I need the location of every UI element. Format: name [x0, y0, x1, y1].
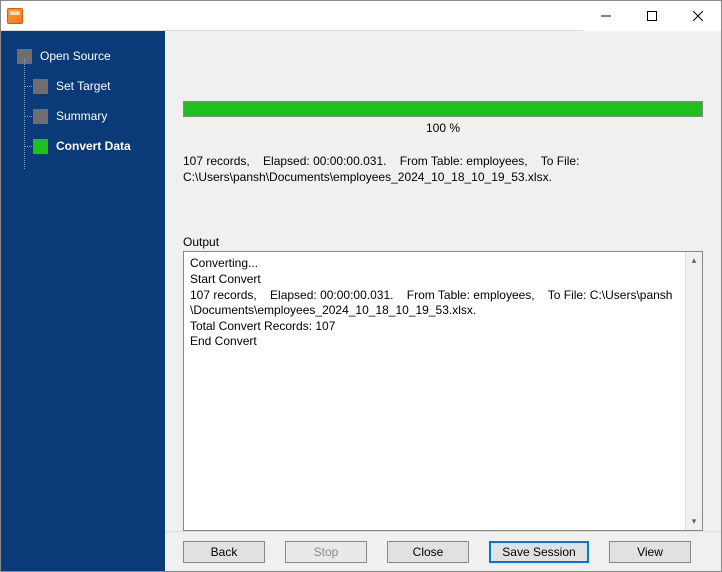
- main-panel: 100 % 107 records, Elapsed: 00:00:00.031…: [165, 31, 721, 571]
- app-window: Open Source Set Target Summary Convert D…: [0, 0, 722, 572]
- back-button[interactable]: Back: [183, 541, 265, 563]
- window-controls: [583, 1, 721, 31]
- view-button[interactable]: View: [609, 541, 691, 563]
- close-button[interactable]: Close: [387, 541, 469, 563]
- main-content: 100 % 107 records, Elapsed: 00:00:00.031…: [165, 31, 721, 531]
- step-box-icon: [33, 139, 48, 154]
- titlebar-left: [1, 8, 23, 24]
- app-icon: [7, 8, 23, 24]
- body: Open Source Set Target Summary Convert D…: [1, 31, 721, 571]
- save-session-button[interactable]: Save Session: [489, 541, 589, 563]
- minimize-button[interactable]: [583, 1, 629, 31]
- maximize-button[interactable]: [629, 1, 675, 31]
- progress-area: 100 %: [183, 101, 703, 135]
- output-scrollbar[interactable]: ▴ ▾: [685, 252, 702, 530]
- close-window-button[interactable]: [675, 1, 721, 31]
- scroll-down-icon[interactable]: ▾: [686, 513, 702, 530]
- nav-label: Set Target: [56, 79, 110, 93]
- step-box-icon: [33, 109, 48, 124]
- progress-label: 100 %: [183, 121, 703, 135]
- nav-open-source[interactable]: Open Source: [1, 41, 165, 71]
- nav-label: Summary: [56, 109, 107, 123]
- titlebar: [1, 1, 721, 31]
- nav-set-target[interactable]: Set Target: [1, 71, 165, 101]
- output-text[interactable]: Converting... Start Convert 107 records,…: [184, 252, 685, 530]
- button-row: Back Stop Close Save Session View: [165, 531, 721, 571]
- nav-label: Open Source: [40, 49, 111, 63]
- status-text: 107 records, Elapsed: 00:00:00.031. From…: [183, 153, 703, 185]
- nav-convert-data[interactable]: Convert Data: [1, 131, 165, 161]
- nav-summary[interactable]: Summary: [1, 101, 165, 131]
- stop-button: Stop: [285, 541, 367, 563]
- scroll-up-icon[interactable]: ▴: [686, 252, 702, 269]
- step-box-icon: [33, 79, 48, 94]
- wizard-sidebar: Open Source Set Target Summary Convert D…: [1, 31, 165, 571]
- nav-label: Convert Data: [56, 139, 131, 153]
- output-label: Output: [183, 235, 703, 249]
- progress-bar: [183, 101, 703, 117]
- progress-fill: [184, 102, 702, 116]
- output-box: Converting... Start Convert 107 records,…: [183, 251, 703, 531]
